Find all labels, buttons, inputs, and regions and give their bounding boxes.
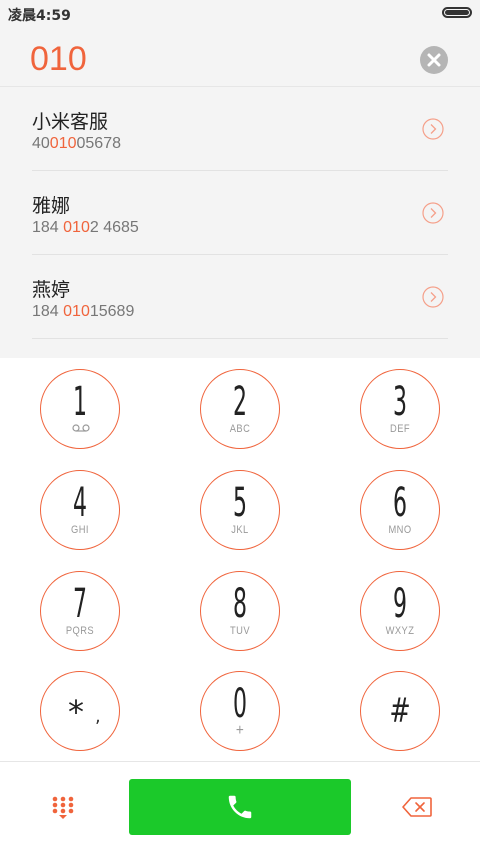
clear-button[interactable] — [420, 46, 448, 74]
status-time: 凌晨4:59 — [8, 8, 71, 24]
backspace-icon[interactable] — [402, 797, 432, 817]
dial-keypad: 1 2 ABC 3 DEF 4 GHI 5 JKL 6 MNO 7 PQRS 8… — [0, 358, 480, 760]
bottom-action-bar — [0, 761, 480, 853]
contact-number: 184 01015689 — [32, 303, 135, 320]
contact-number: 4001005678 — [32, 135, 121, 152]
chevron-right-circle-icon[interactable] — [422, 202, 444, 224]
number-input-bar: 010 — [0, 28, 480, 86]
contact-name: 小米客服 — [32, 111, 109, 133]
match-highlight: 010 — [63, 219, 90, 236]
contact-result[interactable]: 雅娜 184 0102 4685 — [32, 171, 448, 255]
match-highlight: 010 — [49, 135, 77, 152]
key-6[interactable]: 6 MNO — [360, 470, 440, 550]
voicemail-icon — [72, 424, 90, 432]
key-9[interactable]: 9 WXYZ — [360, 571, 440, 651]
key-hash[interactable]: # — [360, 671, 440, 751]
key-2[interactable]: 2 ABC — [200, 369, 280, 449]
dialed-number[interactable]: 010 — [30, 40, 87, 79]
key-0[interactable]: 0 + — [200, 671, 280, 751]
contact-result[interactable]: 燕婷 184 01015689 — [32, 255, 448, 339]
key-3[interactable]: 3 DEF — [360, 369, 440, 449]
match-highlight: 010 — [63, 303, 90, 320]
call-button[interactable] — [129, 779, 351, 835]
contact-results: 小米客服 4001005678 雅娜 184 0102 4685 燕婷 184 … — [0, 86, 480, 358]
contact-name: 雅娜 — [32, 195, 71, 217]
key-star[interactable]: * , — [40, 671, 120, 751]
clear-icon — [427, 53, 441, 67]
chevron-right-circle-icon[interactable] — [422, 286, 444, 308]
chevron-right-circle-icon[interactable] — [422, 118, 444, 140]
status-bar: 凌晨4:59 — [0, 0, 480, 28]
contact-result[interactable]: 小米客服 4001005678 — [32, 87, 448, 171]
key-1[interactable]: 1 — [40, 369, 120, 449]
contact-name: 燕婷 — [32, 279, 71, 301]
key-7[interactable]: 7 PQRS — [40, 571, 120, 651]
dialpad-icon[interactable] — [52, 796, 74, 820]
key-4[interactable]: 4 GHI — [40, 470, 120, 550]
contact-number: 184 0102 4685 — [32, 219, 139, 236]
key-5[interactable]: 5 JKL — [200, 470, 280, 550]
battery-icon — [442, 7, 472, 18]
phone-icon — [228, 795, 252, 819]
key-8[interactable]: 8 TUV — [200, 571, 280, 651]
